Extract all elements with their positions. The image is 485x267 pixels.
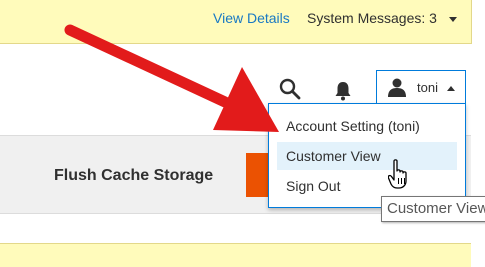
hand-cursor-icon: [388, 159, 407, 189]
annotation-arrow-icon: [64, 24, 279, 132]
